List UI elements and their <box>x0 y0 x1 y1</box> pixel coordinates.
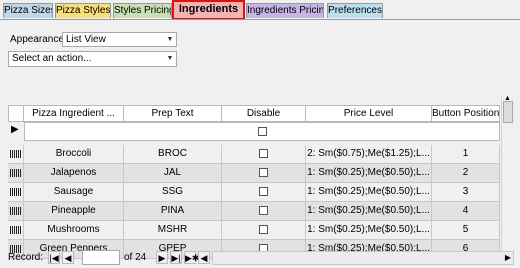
column-header-price-level[interactable]: Price Level <box>306 105 432 122</box>
button-position-cell[interactable]: 1 <box>432 145 500 164</box>
tab-bar: Pizza Sizes Pizza Styles Styles Pricing … <box>0 0 520 22</box>
barcode-icon <box>9 169 22 177</box>
tab-pizza-sizes[interactable]: Pizza Sizes <box>3 3 53 18</box>
prep-text-cell[interactable]: PINA <box>124 202 222 221</box>
disable-checkbox[interactable] <box>259 167 268 177</box>
tab-pizza-styles[interactable]: Pizza Styles <box>55 3 111 18</box>
disable-checkbox[interactable] <box>257 126 267 136</box>
first-record-icon[interactable]: |◀ <box>48 251 60 264</box>
ingredient-name-cell[interactable]: Broccoli <box>24 145 124 164</box>
price-level-cell[interactable]: 2: Sm($0.75);Me($1.25);L... <box>306 145 432 164</box>
ingredient-name-cell[interactable]: Mushrooms <box>24 221 124 240</box>
column-header-disable[interactable]: Disable <box>222 105 306 122</box>
column-header-ingredient[interactable]: Pizza Ingredient ... <box>24 105 124 122</box>
action-select[interactable]: Select an action... ▼ <box>8 51 177 67</box>
record-number-input[interactable] <box>82 250 120 265</box>
disable-checkbox[interactable] <box>259 205 268 215</box>
row-selector[interactable] <box>8 145 24 164</box>
row-selector-header <box>8 105 24 122</box>
table-row[interactable]: Broccoli BROC 2: Sm($0.75);Me($1.25);L... 1 <box>8 145 500 164</box>
ingredient-name-cell[interactable]: Pineapple <box>24 202 124 221</box>
vertical-scrollbar[interactable]: ▲ <box>501 95 514 252</box>
disable-checkbox[interactable] <box>259 148 268 158</box>
barcode-icon <box>9 226 22 234</box>
disable-cell <box>222 164 306 183</box>
disable-cell <box>222 145 306 164</box>
row-selector[interactable] <box>8 221 24 240</box>
new-row-cell[interactable] <box>24 122 500 141</box>
tab-ingredients[interactable]: Ingredients <box>172 0 245 20</box>
prep-text-cell[interactable]: BROC <box>124 145 222 164</box>
disable-cell <box>222 183 306 202</box>
tab-preferences[interactable]: Preferences <box>327 3 383 18</box>
scroll-right-icon[interactable]: ▶ <box>505 252 511 264</box>
scrollbar-thumb[interactable] <box>503 101 513 123</box>
ingredients-grid: Pizza Ingredient ... Prep Text Disable P… <box>8 105 500 259</box>
record-label: Record: <box>8 252 44 263</box>
ingredient-name-cell[interactable]: Jalapenos <box>24 164 124 183</box>
button-position-cell[interactable]: 3 <box>432 183 500 202</box>
tab-divider <box>0 19 520 20</box>
button-position-cell[interactable]: 4 <box>432 202 500 221</box>
disable-cell <box>222 202 306 221</box>
price-level-cell[interactable]: 1: Sm($0.25);Me($0.50);L... <box>306 183 432 202</box>
row-selector[interactable] <box>8 202 24 221</box>
barcode-icon <box>9 150 22 158</box>
prep-text-cell[interactable]: SSG <box>124 183 222 202</box>
table-row[interactable]: Sausage SSG 1: Sm($0.25);Me($0.50);L... 3 <box>8 183 500 202</box>
current-row-arrow-icon: ▶ <box>11 124 19 135</box>
new-record-icon[interactable]: ▶✱ <box>184 251 199 264</box>
record-navigator: Record: |◀ ◀ of 24 ▶ ▶| ▶✱ ◀ ▶ <box>0 250 520 266</box>
row-selector[interactable] <box>8 183 24 202</box>
disable-checkbox[interactable] <box>259 224 268 234</box>
price-level-cell[interactable]: 1: Sm($0.25);Me($0.50);L... <box>306 221 432 240</box>
column-header-button-position[interactable]: Button Position <box>432 105 500 122</box>
ingredient-name-cell[interactable]: Sausage <box>24 183 124 202</box>
button-position-cell[interactable]: 2 <box>432 164 500 183</box>
appearance-label: Appearance: <box>10 34 67 45</box>
prep-text-cell[interactable]: JAL <box>124 164 222 183</box>
horizontal-scrollbar[interactable]: ▶ <box>212 251 514 265</box>
previous-record-icon[interactable]: ◀ <box>62 251 74 264</box>
record-count: of 24 <box>124 252 147 263</box>
disable-cell <box>222 221 306 240</box>
appearance-select[interactable]: List View ▼ <box>62 32 177 47</box>
price-level-cell[interactable]: 1: Sm($0.25);Me($0.50);L... <box>306 164 432 183</box>
prep-text-cell[interactable]: MSHR <box>124 221 222 240</box>
table-row[interactable]: Jalapenos JAL 1: Sm($0.25);Me($0.50);L... 2 <box>8 164 500 183</box>
table-row[interactable]: Pineapple PINA 1: Sm($0.25);Me($0.50);L...… <box>8 202 500 221</box>
new-row[interactable]: ▶ <box>8 122 500 141</box>
chevron-down-icon[interactable]: ▼ <box>166 52 174 65</box>
chevron-down-icon[interactable]: ▼ <box>166 33 174 46</box>
last-record-icon[interactable]: ▶| <box>170 251 182 264</box>
barcode-icon <box>9 207 22 215</box>
price-level-cell[interactable]: 1: Sm($0.25);Me($0.50);L... <box>306 202 432 221</box>
tab-styles-pricing[interactable]: Styles Pricing <box>113 3 172 18</box>
scroll-left-icon[interactable]: ◀ <box>198 251 210 264</box>
barcode-icon <box>9 188 22 196</box>
button-position-cell[interactable]: 5 <box>432 221 500 240</box>
row-selector[interactable] <box>8 164 24 183</box>
action-value: Select an action... <box>12 53 92 64</box>
appearance-value: List View <box>66 34 106 45</box>
column-header-prep-text[interactable]: Prep Text <box>124 105 222 122</box>
disable-checkbox[interactable] <box>259 186 268 196</box>
tab-ingredients-pricing[interactable]: Ingredients Pricing <box>246 3 324 18</box>
table-row[interactable]: Mushrooms MSHR 1: Sm($0.25);Me($0.50);L...… <box>8 221 500 240</box>
next-record-icon[interactable]: ▶ <box>156 251 168 264</box>
